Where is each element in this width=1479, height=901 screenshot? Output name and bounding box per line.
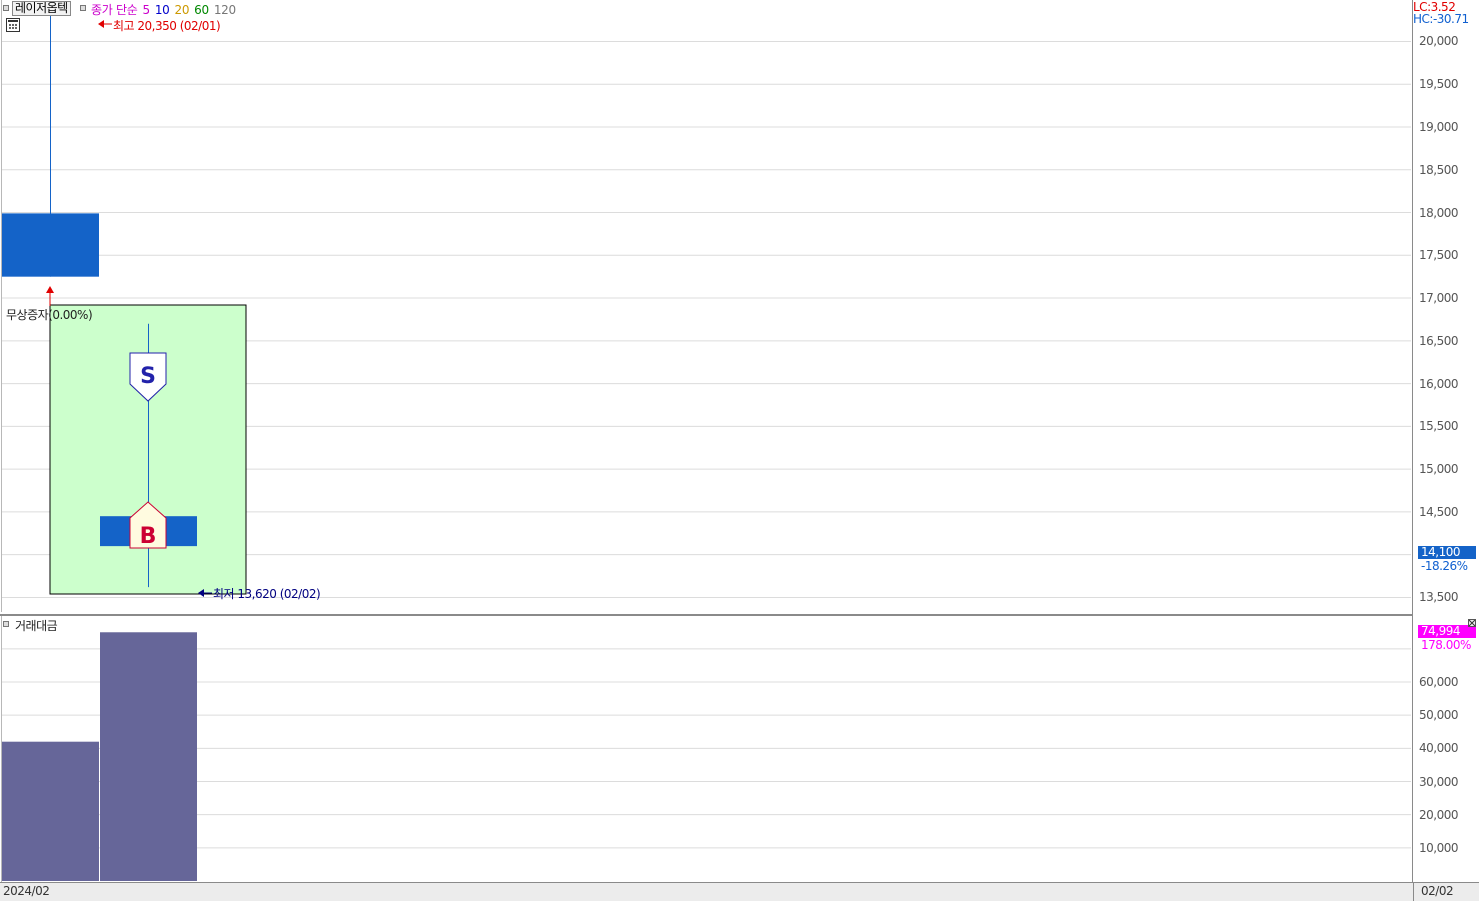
price-chart-canvas[interactable]: SB [0, 0, 1412, 612]
high-arrow-head [98, 20, 104, 28]
ma-period-20[interactable]: 20 [175, 3, 190, 17]
volume-tick-label: 20,000 [1419, 807, 1459, 822]
chart-options-icon[interactable] [3, 5, 9, 11]
price-tick-label: 16,000 [1419, 376, 1459, 391]
event-arrow-head [46, 286, 54, 293]
end-date-label: 02/02 [1421, 884, 1454, 898]
ma-title: 종가 단순 [91, 3, 138, 17]
close-pane-icon[interactable] [1468, 619, 1476, 627]
current-price-badge: 14,100 [1418, 546, 1476, 559]
date-axis[interactable] [0, 882, 1479, 901]
price-tick-label: 19,500 [1419, 77, 1459, 92]
price-tick-label: 14,500 [1419, 504, 1459, 519]
hc-label: HC:-30.71 [1413, 12, 1469, 26]
price-tick-label: 15,500 [1419, 419, 1459, 434]
ma-period-60[interactable]: 60 [194, 3, 209, 17]
volume-change-label: 178.00% [1421, 638, 1471, 652]
price-tick-label: 18,500 [1419, 162, 1459, 177]
moving-average-legend[interactable]: 종가 단순 5 10 20 60 120 [91, 1, 246, 18]
price-tick-label: 17,000 [1419, 291, 1459, 306]
volume-tick-label: 30,000 [1419, 774, 1459, 789]
volume-tick-label: 50,000 [1419, 708, 1459, 723]
bonus-issue-annotation: 무상증자(0.00%) [6, 308, 93, 322]
ma-options-icon[interactable] [80, 5, 86, 11]
sell-marker-label: S [140, 364, 156, 389]
volume-bar [100, 632, 197, 881]
start-date-label: 2024/02 [3, 884, 50, 898]
volume-tick-label: 40,000 [1419, 741, 1459, 756]
price-tick-label: 19,000 [1419, 119, 1459, 134]
ma-period-10[interactable]: 10 [155, 3, 170, 17]
price-tick-label: 18,000 [1419, 205, 1459, 220]
low-price-annotation: 최저 13,620 (02/02) [213, 587, 321, 601]
ma-periods: 5 10 20 60 120 [142, 3, 240, 17]
price-tick-label: 20,000 [1419, 34, 1459, 49]
volume-pane-title: 거래대금 [15, 619, 58, 633]
current-change-label: -18.26% [1421, 559, 1468, 573]
volume-bar [2, 741, 99, 881]
volume-tick-label: 10,000 [1419, 840, 1459, 855]
ma-period-120[interactable]: 120 [214, 3, 236, 17]
volume-options-icon[interactable] [3, 621, 9, 627]
volume-tick-label: 60,000 [1419, 675, 1459, 689]
price-tick-label: 13,500 [1419, 590, 1459, 605]
volume-chart-canvas[interactable] [0, 616, 1412, 882]
buy-marker-label: B [140, 524, 157, 549]
price-tick-label: 17,500 [1419, 248, 1459, 263]
ma-period-5[interactable]: 5 [142, 3, 150, 17]
candle-body [2, 213, 99, 277]
high-price-annotation: 최고 20,350 (02/01) [113, 19, 221, 33]
price-tick-label: 16,500 [1419, 333, 1459, 348]
calendar-icon[interactable] [6, 18, 20, 32]
price-tick-label: 15,000 [1419, 462, 1459, 477]
stock-name-button[interactable]: 레이저옵텍 [12, 1, 71, 16]
